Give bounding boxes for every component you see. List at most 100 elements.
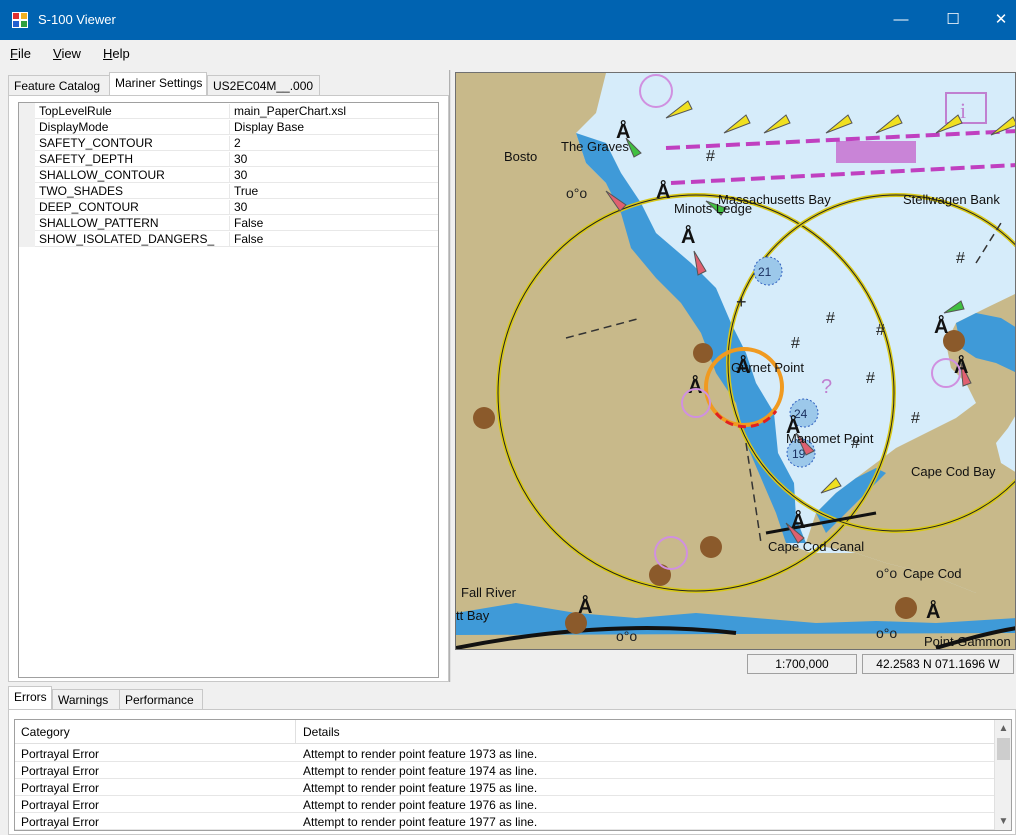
property-grid: TopLevelRule main_PaperChart.xsl DisplayM…: [18, 102, 439, 678]
scroll-down-icon[interactable]: ▼: [995, 813, 1011, 830]
row-gutter: [19, 215, 35, 231]
error-details: Attempt to render point feature 1974 as …: [303, 764, 538, 778]
menu-file[interactable]: File: [10, 46, 31, 61]
error-details: Attempt to render point feature 1973 as …: [303, 747, 538, 761]
property-name: DisplayMode: [39, 120, 109, 134]
tab-mariner-settings[interactable]: Mariner Settings: [109, 72, 207, 96]
error-row[interactable]: Portrayal Error Attempt to render point f…: [15, 745, 995, 762]
error-details: Attempt to render point feature 1977 as …: [303, 815, 538, 829]
map-label-cape-cod-canal: Cape Cod Canal: [768, 539, 864, 554]
property-name: SAFETY_CONTOUR: [39, 136, 153, 150]
map-status-bar: 1:700,000 42.2583 N 071.1696 W: [455, 652, 1016, 676]
errors-header: Category Details: [15, 720, 995, 744]
property-value[interactable]: main_PaperChart.xsl: [229, 104, 346, 118]
mariner-settings-panel: TopLevelRule main_PaperChart.xsl DisplayM…: [8, 95, 449, 682]
output-pane: Errors Warnings Performance Category Det…: [8, 686, 1016, 835]
title-bar: S-100 Viewer — ☐ ✕: [0, 0, 1016, 40]
property-row[interactable]: DisplayMode Display Base: [19, 119, 438, 135]
row-gutter: [19, 199, 35, 215]
sounding-value: 21: [758, 265, 772, 279]
wreck-symbol: #: [866, 370, 875, 387]
lighthouse-icon: Å: [578, 594, 592, 618]
buoy-cluster: o°o: [616, 628, 637, 644]
wreck-symbol: #: [956, 250, 965, 267]
error-details: Attempt to render point feature 1975 as …: [303, 781, 538, 795]
error-category: Portrayal Error: [21, 747, 100, 761]
error-row[interactable]: Portrayal Error Attempt to render point f…: [15, 796, 995, 813]
error-row[interactable]: Portrayal Error Attempt to render point f…: [15, 779, 995, 796]
row-gutter: [19, 151, 35, 167]
menu-file-label: ile: [17, 46, 31, 61]
map-scale: 1:700,000: [747, 654, 857, 674]
land-mark-dot: [473, 407, 495, 429]
property-row[interactable]: SHALLOW_PATTERN False: [19, 215, 438, 231]
menu-help[interactable]: Help: [103, 46, 130, 61]
property-row[interactable]: SHOW_ISOLATED_DANGERS_ False: [19, 231, 438, 247]
tab-errors[interactable]: Errors: [8, 686, 52, 710]
unknown-object-symbol: ?: [821, 376, 832, 398]
menu-help-label: elp: [112, 46, 130, 61]
buoy-cluster: o°o: [876, 565, 897, 581]
minimize-button[interactable]: —: [878, 0, 924, 40]
tab-warnings[interactable]: Warnings: [52, 689, 120, 710]
scroll-up-icon[interactable]: ▲: [995, 720, 1011, 737]
property-row[interactable]: SHALLOW_CONTOUR 30: [19, 167, 438, 183]
property-value[interactable]: Display Base: [229, 120, 304, 134]
map-label-gurnet-point: Gurnet Point: [731, 360, 804, 375]
row-gutter: [19, 103, 35, 119]
cursor-position: 42.2583 N 071.1696 W: [862, 654, 1014, 674]
property-value[interactable]: 30: [229, 200, 247, 214]
info-symbol-letter: i: [960, 98, 966, 123]
column-header-category[interactable]: Category: [21, 725, 70, 739]
property-value[interactable]: 2: [229, 136, 241, 150]
error-row[interactable]: Portrayal Error Attempt to render point f…: [15, 762, 995, 779]
scroll-thumb[interactable]: [997, 738, 1010, 760]
window-title: S-100 Viewer: [38, 12, 116, 27]
app-icon: [12, 12, 28, 28]
map-label-stellwagen-bank: Stellwagen Bank: [903, 192, 1000, 207]
wreck-symbol: #: [791, 335, 800, 352]
lighthouse-icon: Å: [791, 509, 805, 533]
property-row[interactable]: TopLevelRule main_PaperChart.xsl: [19, 103, 438, 119]
map-label-cape-cod-bay: Cape Cod Bay: [911, 464, 996, 479]
menu-view[interactable]: View: [53, 46, 81, 61]
obstruction-symbol: +: [736, 292, 747, 312]
property-value[interactable]: 30: [229, 152, 247, 166]
property-name: SHOW_ISOLATED_DANGERS_: [39, 232, 215, 246]
column-separator[interactable]: [295, 720, 296, 744]
error-category: Portrayal Error: [21, 781, 100, 795]
left-tabs: Feature Catalog Mariner Settings US2EC04…: [8, 70, 449, 96]
chart-map-svg[interactable]: i 21 24 19 + # # # # # # # # ? Å Å Å Å Å…: [456, 73, 1016, 650]
map-label-minots-ledge: Minots Ledge: [674, 201, 752, 216]
errors-list[interactable]: Category Details Portrayal Error Attempt …: [14, 719, 1012, 831]
property-row[interactable]: SAFETY_CONTOUR 2: [19, 135, 438, 151]
property-value[interactable]: 30: [229, 168, 247, 182]
separation-zone: [836, 141, 916, 163]
tab-performance[interactable]: Performance: [119, 689, 203, 710]
column-header-details[interactable]: Details: [303, 725, 340, 739]
error-row[interactable]: Portrayal Error Attempt to render point f…: [15, 813, 995, 830]
property-value[interactable]: False: [229, 232, 263, 246]
map-label-manomet-point: Manomet Point: [786, 431, 874, 446]
tab-dataset[interactable]: US2EC04M__.000: [207, 75, 320, 96]
property-value[interactable]: True: [229, 184, 258, 198]
map-label-cape-cod: Cape Cod: [903, 566, 962, 581]
row-gutter: [19, 167, 35, 183]
row-gutter: [19, 135, 35, 151]
land-mark-dot: [700, 536, 722, 558]
tab-feature-catalog[interactable]: Feature Catalog: [8, 75, 110, 96]
lighthouse-icon: Å: [926, 599, 940, 623]
property-row[interactable]: SAFETY_DEPTH 30: [19, 151, 438, 167]
row-gutter: [19, 119, 35, 135]
property-row[interactable]: DEEP_CONTOUR 30: [19, 199, 438, 215]
menu-view-label: iew: [61, 46, 81, 61]
map-label-boston: Bosto: [504, 149, 537, 164]
lighthouse-icon: Å: [954, 354, 968, 378]
errors-scrollbar[interactable]: ▲ ▼: [994, 720, 1011, 830]
chart-map-canvas[interactable]: i 21 24 19 + # # # # # # # # ? Å Å Å Å Å…: [455, 72, 1016, 650]
property-row[interactable]: TWO_SHADES True: [19, 183, 438, 199]
close-button[interactable]: ✕: [978, 0, 1016, 40]
property-value[interactable]: False: [229, 216, 263, 230]
maximize-button[interactable]: ☐: [930, 0, 976, 40]
map-label-the-graves: The Graves: [561, 139, 629, 154]
